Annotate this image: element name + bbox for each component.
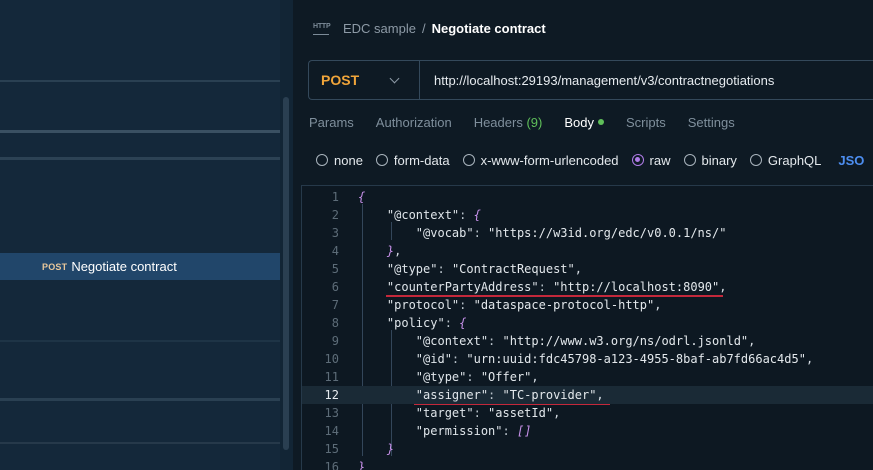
line-number: 4 — [331, 244, 339, 258]
body-option-none[interactable]: none — [316, 153, 363, 168]
code-line[interactable]: 14 "permission": [] — [302, 422, 873, 440]
code-text: "@id": "urn:uuid:fdc45798-a123-4955-8baf… — [415, 352, 814, 366]
request-panel: HTTP EDC sample / Negotiate contract POS… — [293, 0, 873, 470]
method-select[interactable]: POST — [309, 61, 420, 99]
tab-headers[interactable]: Headers (9) — [474, 115, 543, 135]
code-text: "policy": { — [386, 316, 467, 330]
breadcrumb: HTTP EDC sample / Negotiate contract — [313, 18, 546, 38]
sidebar-blur-band — [0, 442, 281, 444]
line-number: 5 — [331, 262, 339, 276]
code-line[interactable]: 5 "@type": "ContractRequest", — [302, 260, 873, 278]
line-number: 6 — [331, 280, 339, 294]
body-option-raw[interactable]: raw — [631, 153, 671, 168]
code-line[interactable]: 3 "@vocab": "https://w3id.org/edc/v0.0.1… — [302, 224, 873, 242]
code-text: "target": "assetId", — [415, 406, 561, 420]
code-text: "@context": { — [386, 208, 481, 222]
chevron-down-icon — [389, 73, 400, 83]
request-tabs: Params Authorization Headers (9) Body Sc… — [309, 115, 757, 135]
code-text: "protocol": "dataspace-protocol-http", — [386, 298, 662, 312]
url-bar: POST http://localhost:29193/management/v… — [308, 60, 873, 100]
sidebar: POST Negotiate contract — [0, 0, 293, 470]
line-number: 12 — [324, 388, 339, 402]
sidebar-blur-band — [0, 340, 281, 342]
breadcrumb-separator: / — [421, 20, 426, 36]
sidebar-blur-band — [0, 398, 281, 401]
code-editor[interactable]: 1{2 "@context": {3 "@vocab": "https://w3… — [301, 185, 873, 470]
radio-icon[interactable] — [316, 154, 328, 166]
radio-icon[interactable] — [375, 154, 388, 166]
body-option-binary[interactable]: binary — [683, 153, 737, 168]
code-text: "@vocab": "https://w3id.org/edc/v0.0.1/n… — [415, 226, 727, 240]
line-number: 14 — [324, 424, 339, 438]
sidebar-blur-band — [0, 130, 281, 133]
tab-authorization[interactable]: Authorization — [376, 115, 452, 135]
line-number: 2 — [331, 208, 339, 222]
code-text: "permission": [] — [415, 424, 532, 438]
sidebar-blur-band — [0, 80, 281, 82]
tab-params[interactable]: Params — [309, 115, 354, 135]
code-text: "@context": "http://www.w3.org/ns/odrl.j… — [415, 334, 756, 348]
line-number: 9 — [331, 334, 339, 348]
line-number: 1 — [331, 190, 339, 204]
line-number: 13 — [324, 406, 339, 420]
body-type-options: none form-data x-www-form-urlencoded raw… — [316, 151, 864, 169]
line-number: 8 — [331, 316, 339, 330]
headers-count: (9) — [526, 115, 543, 130]
code-line[interactable]: 6 "counterPartyAddress": "http://localho… — [302, 278, 873, 296]
code-text: } — [358, 460, 366, 470]
code-line[interactable]: 16} — [302, 458, 873, 470]
code-line[interactable]: 7 "protocol": "dataspace-protocol-http", — [302, 296, 873, 314]
code-line[interactable]: 10 "@id": "urn:uuid:fdc45798-a123-4955-8… — [302, 350, 873, 368]
code-line[interactable]: 12 "assigner": "TC-provider", — [302, 386, 873, 404]
code-line[interactable]: 9 "@context": "http://www.w3.org/ns/odrl… — [302, 332, 873, 350]
body-option-urlencoded[interactable]: x-www-form-urlencoded — [462, 153, 619, 168]
body-active-dot — [597, 119, 604, 125]
tab-settings[interactable]: Settings — [688, 115, 735, 135]
code-text: { — [358, 190, 366, 204]
tab-body[interactable]: Body — [564, 115, 604, 135]
code-line[interactable]: 11 "@type": "Offer", — [302, 368, 873, 386]
url-input[interactable]: http://localhost:29193/management/v3/con… — [420, 73, 774, 88]
code-text: "@type": "ContractRequest", — [386, 262, 582, 276]
line-number: 3 — [331, 226, 339, 240]
radio-selected-icon[interactable] — [631, 154, 644, 166]
body-option-graphql[interactable]: GraphQL — [749, 153, 821, 168]
breadcrumb-collection[interactable]: EDC sample — [343, 21, 416, 36]
code-text: "counterPartyAddress": "http://localhost… — [386, 280, 727, 294]
code-line[interactable]: 1{ — [302, 188, 873, 206]
code-line[interactable]: 2 "@context": { — [302, 206, 873, 224]
code-line[interactable]: 13 "target": "assetId", — [302, 404, 873, 422]
request-method-badge: POST — [42, 261, 68, 272]
code-line[interactable]: 15 } — [302, 440, 873, 458]
radio-icon[interactable] — [683, 154, 696, 166]
line-number: 16 — [324, 460, 339, 470]
sidebar-blur-band — [0, 157, 281, 160]
code-line[interactable]: 4 }, — [302, 242, 873, 260]
sidebar-item-negotiate-contract[interactable]: POST Negotiate contract — [0, 253, 280, 280]
sidebar-scrollbar-thumb[interactable] — [283, 97, 289, 450]
code-text: } — [386, 442, 395, 456]
tab-scripts[interactable]: Scripts — [626, 115, 666, 135]
code-line[interactable]: 8 "policy": { — [302, 314, 873, 332]
tab-body-label: Body — [564, 115, 594, 130]
radio-icon[interactable] — [462, 154, 475, 166]
code-text: }, — [386, 244, 402, 258]
body-format-select[interactable]: JSO — [838, 153, 864, 168]
code-text: "assigner": "TC-provider", — [415, 388, 604, 402]
tab-headers-label: Headers — [473, 115, 523, 130]
line-number: 10 — [324, 352, 339, 366]
method-value: POST — [321, 72, 360, 88]
sidebar-item-label: Negotiate contract — [71, 259, 177, 274]
line-number: 15 — [324, 442, 339, 456]
line-number: 11 — [324, 370, 339, 384]
body-option-form-data[interactable]: form-data — [375, 153, 450, 168]
line-number: 7 — [331, 298, 339, 312]
http-file-icon: HTTP — [313, 21, 331, 35]
radio-icon[interactable] — [749, 154, 762, 166]
breadcrumb-request-name[interactable]: Negotiate contract — [432, 21, 546, 36]
code-text: "@type": "Offer", — [415, 370, 539, 384]
